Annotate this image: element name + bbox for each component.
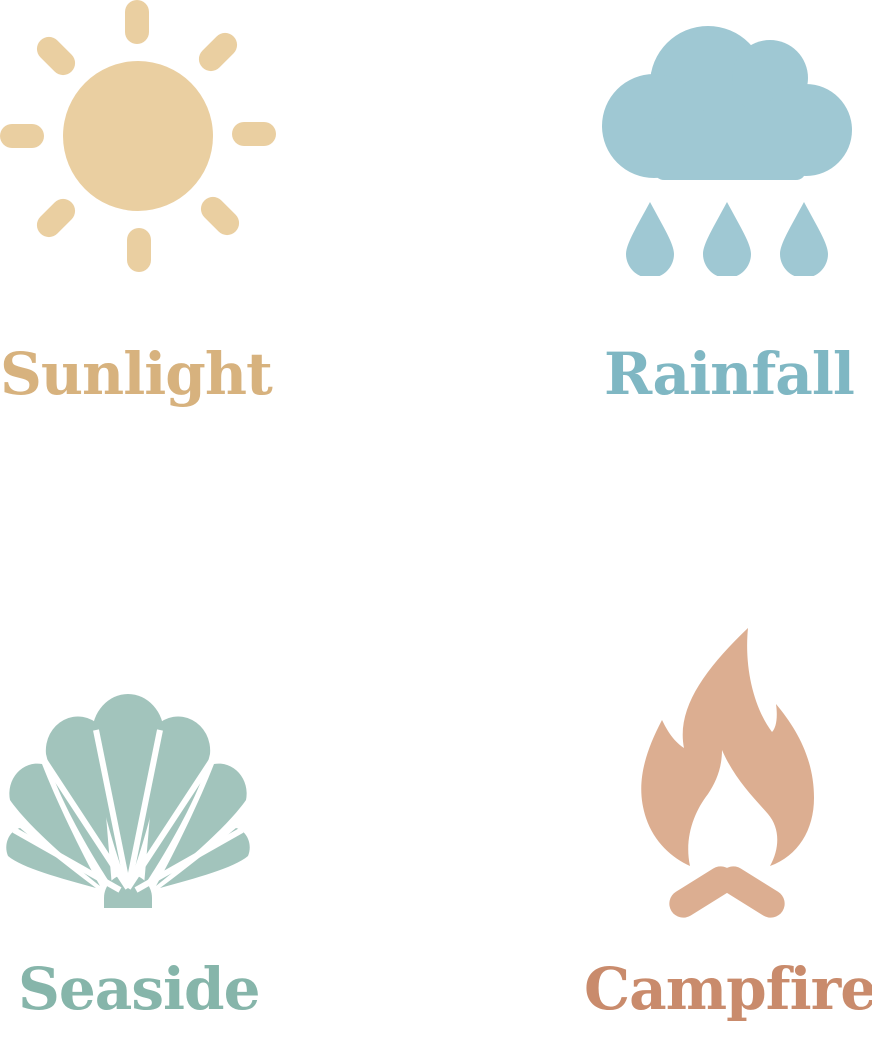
campfire-label: Campfire [584, 955, 872, 1023]
sunlight-label: Sunlight [0, 340, 273, 408]
rainfall-label: Rainfall [604, 340, 855, 408]
seashell-icon [0, 690, 256, 912]
seaside-label: Seaside [18, 955, 261, 1023]
rain-cloud-icon [600, 22, 854, 276]
sun-icon [0, 0, 276, 272]
campfire-icon [636, 628, 816, 918]
